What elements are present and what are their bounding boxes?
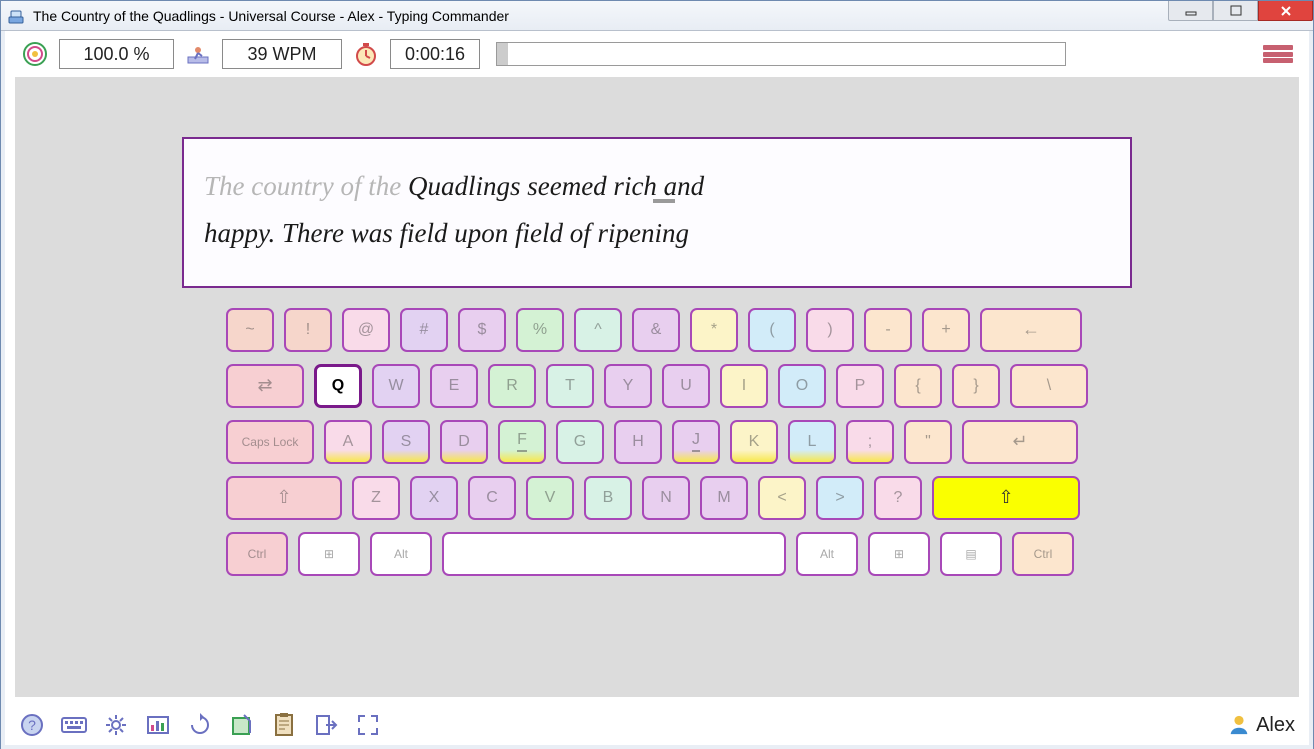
stats-icon[interactable] xyxy=(145,712,171,738)
key-tilde[interactable]: ~ xyxy=(226,308,274,352)
key-context[interactable]: ▤ xyxy=(940,532,1002,576)
clock-icon xyxy=(352,40,380,68)
key-6[interactable]: ^ xyxy=(574,308,622,352)
help-icon[interactable]: ? xyxy=(19,712,45,738)
key-o[interactable]: O xyxy=(778,364,826,408)
key-rctrl[interactable]: Ctrl xyxy=(1012,532,1074,576)
key-capslock[interactable]: Caps Lock xyxy=(226,420,314,464)
accuracy-value: 100.0 % xyxy=(59,39,174,69)
typed-text: The country of the xyxy=(204,171,408,201)
virtual-keyboard: ~ ! @ # $ % ^ & * ( ) - + ← ⇄ Q W E xyxy=(226,308,1088,576)
close-button[interactable] xyxy=(1258,1,1313,21)
export-icon[interactable] xyxy=(313,712,339,738)
text-line2: happy. There was field upon field of rip… xyxy=(204,218,689,248)
key-comma[interactable]: < xyxy=(758,476,806,520)
key-tab[interactable]: ⇄ xyxy=(226,364,304,408)
key-h[interactable]: H xyxy=(614,420,662,464)
key-k[interactable]: K xyxy=(730,420,778,464)
key-u[interactable]: U xyxy=(662,364,710,408)
key-9[interactable]: ( xyxy=(748,308,796,352)
key-5[interactable]: % xyxy=(516,308,564,352)
key-quote[interactable]: " xyxy=(904,420,952,464)
key-ralt[interactable]: Alt xyxy=(796,532,858,576)
key-q[interactable]: Q xyxy=(314,364,362,408)
svg-text:?: ? xyxy=(28,717,36,733)
user-indicator[interactable]: Alex xyxy=(1228,714,1295,737)
key-r[interactable]: R xyxy=(488,364,536,408)
key-7[interactable]: & xyxy=(632,308,680,352)
key-lalt[interactable]: Alt xyxy=(370,532,432,576)
key-c[interactable]: C xyxy=(468,476,516,520)
key-backslash[interactable]: \ xyxy=(1010,364,1088,408)
main-area: The country of the Quadlings seemed rich… xyxy=(15,77,1299,697)
key-y[interactable]: Y xyxy=(604,364,652,408)
key-lbracket[interactable]: { xyxy=(894,364,942,408)
menu-button[interactable] xyxy=(1263,43,1293,65)
key-m[interactable]: M xyxy=(700,476,748,520)
key-w[interactable]: W xyxy=(372,364,420,408)
progress-bar xyxy=(496,42,1066,66)
key-0[interactable]: ) xyxy=(806,308,854,352)
time-value: 0:00:16 xyxy=(390,39,480,69)
current-char: Q xyxy=(408,171,428,201)
minimize-button[interactable] xyxy=(1168,1,1213,21)
key-period[interactable]: > xyxy=(816,476,864,520)
key-2[interactable]: @ xyxy=(342,308,390,352)
stats-bar: 100.0 % 39 WPM 0:00:16 xyxy=(5,31,1309,77)
progress-fill xyxy=(497,43,508,65)
window-title: The Country of the Quadlings - Universal… xyxy=(33,8,509,24)
key-8[interactable]: * xyxy=(690,308,738,352)
settings-icon[interactable] xyxy=(103,712,129,738)
title-bar: The Country of the Quadlings - Universal… xyxy=(1,1,1313,31)
key-rwin[interactable]: ⊞ xyxy=(868,532,930,576)
key-3[interactable]: # xyxy=(400,308,448,352)
key-lshift[interactable]: ⇧ xyxy=(226,476,342,520)
restart-icon[interactable] xyxy=(187,712,213,738)
typing-text-panel: The country of the Quadlings seemed rich… xyxy=(182,137,1132,288)
speed-icon xyxy=(184,40,212,68)
key-v[interactable]: V xyxy=(526,476,574,520)
fullscreen-icon[interactable] xyxy=(355,712,381,738)
key-t[interactable]: T xyxy=(546,364,594,408)
user-icon xyxy=(1228,714,1250,736)
key-slash[interactable]: ? xyxy=(874,476,922,520)
key-a[interactable]: A xyxy=(324,420,372,464)
user-name: Alex xyxy=(1256,714,1295,737)
key-f[interactable]: F xyxy=(498,420,546,464)
key-plus[interactable]: + xyxy=(922,308,970,352)
course-icon[interactable] xyxy=(229,712,255,738)
key-z[interactable]: Z xyxy=(352,476,400,520)
speed-value: 39 WPM xyxy=(222,39,342,69)
remaining-line1: uadlings seemed rich and xyxy=(427,171,704,201)
key-lctrl[interactable]: Ctrl xyxy=(226,532,288,576)
key-g[interactable]: G xyxy=(556,420,604,464)
key-n[interactable]: N xyxy=(642,476,690,520)
key-minus[interactable]: - xyxy=(864,308,912,352)
key-4[interactable]: $ xyxy=(458,308,506,352)
key-e[interactable]: E xyxy=(430,364,478,408)
target-icon xyxy=(21,40,49,68)
key-i[interactable]: I xyxy=(720,364,768,408)
key-rshift[interactable]: ⇧ xyxy=(932,476,1080,520)
app-icon xyxy=(7,7,25,25)
key-p[interactable]: P xyxy=(836,364,884,408)
key-j[interactable]: J xyxy=(672,420,720,464)
key-1[interactable]: ! xyxy=(284,308,332,352)
key-l[interactable]: L xyxy=(788,420,836,464)
key-backspace[interactable]: ← xyxy=(980,308,1082,352)
maximize-button[interactable] xyxy=(1213,1,1258,21)
bottom-toolbar: ? Alex xyxy=(5,705,1309,745)
key-rbracket[interactable]: } xyxy=(952,364,1000,408)
key-d[interactable]: D xyxy=(440,420,488,464)
key-space[interactable] xyxy=(442,532,786,576)
key-semicolon[interactable]: ; xyxy=(846,420,894,464)
caret-icon xyxy=(653,199,675,203)
key-s[interactable]: S xyxy=(382,420,430,464)
key-x[interactable]: X xyxy=(410,476,458,520)
keyboard-icon[interactable] xyxy=(61,712,87,738)
key-lwin[interactable]: ⊞ xyxy=(298,532,360,576)
key-b[interactable]: B xyxy=(584,476,632,520)
key-enter[interactable]: ↵ xyxy=(962,420,1078,464)
clipboard-icon[interactable] xyxy=(271,712,297,738)
